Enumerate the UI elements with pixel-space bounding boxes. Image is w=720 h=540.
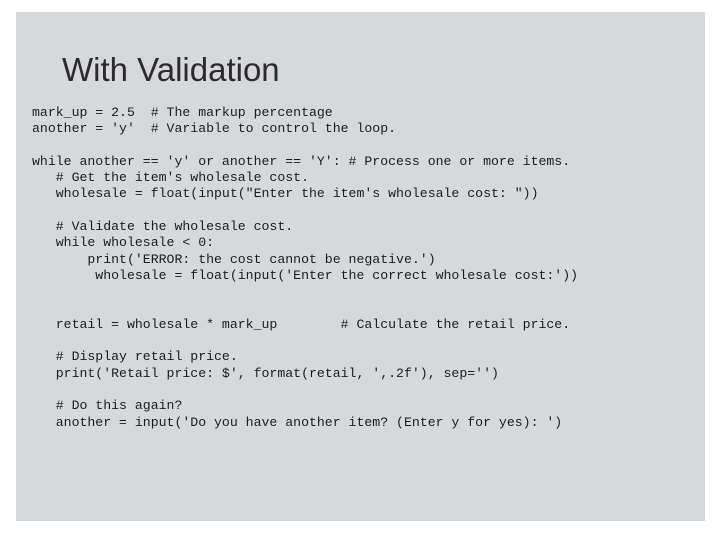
slide-root: With Validation mark_up = 2.5 # The mark…	[0, 0, 720, 540]
code-line: while another == 'y' or another == 'Y': …	[32, 153, 571, 169]
code-line: mark_up = 2.5 # The markup percentage	[32, 105, 333, 120]
code-line: print('ERROR: the cost cannot be negativ…	[32, 251, 436, 267]
code-line: another = input('Do you have another ite…	[32, 414, 563, 430]
code-listing: mark_up = 2.5 # The markup percentage ano…	[32, 105, 712, 431]
code-line: wholesale = float(input('Enter the corre…	[32, 267, 579, 283]
code-line: # Validate the wholesale cost.	[32, 219, 294, 235]
code-line: # Display retail price.	[32, 349, 238, 365]
code-line: another = 'y' # Variable to control the …	[32, 121, 397, 137]
code-line: while wholesale < 0:	[32, 235, 215, 251]
code-line: # Get the item's wholesale cost.	[32, 170, 309, 186]
slide-surface: With Validation mark_up = 2.5 # The mark…	[16, 12, 705, 521]
code-line: print('Retail price: $', format(retail, …	[32, 365, 499, 381]
page-title: With Validation	[62, 51, 280, 88]
code-line: retail = wholesale * mark_up # Calculate…	[32, 316, 571, 332]
code-line: wholesale = float(input("Enter the item'…	[32, 186, 539, 202]
code-line: # Do this again?	[32, 398, 183, 414]
